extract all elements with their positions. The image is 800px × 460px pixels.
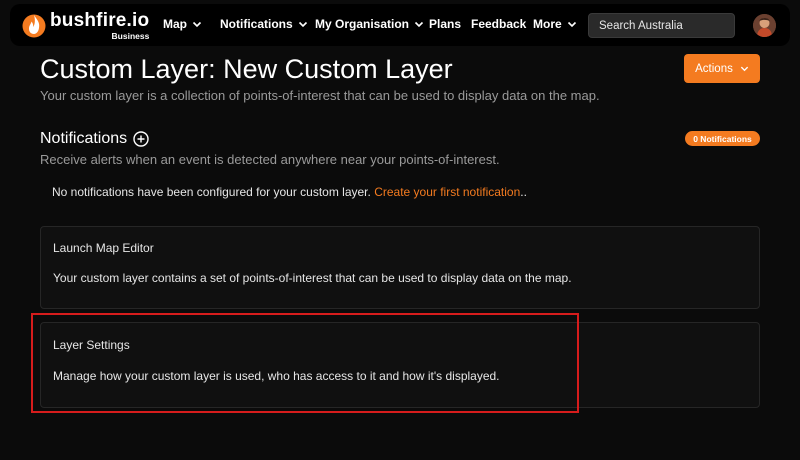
card-description: Manage how your custom layer is used, wh… (53, 369, 500, 383)
notifications-empty-message: No notifications have been configured fo… (52, 185, 527, 199)
top-navbar: bushfire.io Business Map Notifications M… (10, 4, 790, 46)
brand-tier: Business (111, 31, 150, 41)
launch-map-editor-card[interactable]: Launch Map Editor Your custom layer cont… (40, 226, 760, 309)
layer-settings-card[interactable]: Layer Settings Manage how your custom la… (40, 322, 760, 408)
chevron-down-icon (298, 21, 307, 28)
actions-button-label: Actions (695, 62, 733, 75)
chevron-down-icon (414, 21, 424, 28)
nav-item-notifications[interactable]: Notifications (220, 17, 308, 31)
page-subtitle: Your custom layer is a collection of poi… (40, 88, 600, 103)
chevron-down-icon (740, 66, 748, 72)
card-title: Layer Settings (53, 338, 130, 352)
page-title: Custom Layer: New Custom Layer (40, 54, 453, 84)
empty-message-suffix: .. (520, 185, 527, 199)
nav-item-label: Plans (429, 17, 462, 31)
flame-icon (22, 14, 46, 38)
user-avatar-icon (753, 14, 776, 37)
card-description: Your custom layer contains a set of poin… (53, 271, 572, 285)
add-notification-icon[interactable] (133, 131, 149, 147)
nav-item-label: My Organisation (315, 17, 410, 31)
chevron-down-icon (192, 21, 202, 28)
notifications-heading: Notifications (40, 130, 149, 148)
nav-item-map[interactable]: Map (163, 17, 202, 31)
notifications-heading-label: Notifications (40, 130, 128, 147)
create-first-notification-link[interactable]: Create your first notification (374, 185, 520, 199)
nav-item-more[interactable]: More (533, 17, 577, 31)
nav-item-feedback[interactable]: Feedback (471, 17, 526, 31)
actions-button[interactable]: Actions (684, 54, 760, 83)
nav-item-label: Feedback (471, 17, 527, 31)
nav-item-label: Notifications (220, 17, 293, 31)
card-title: Launch Map Editor (53, 241, 154, 255)
avatar[interactable] (753, 14, 776, 37)
brand-name: bushfire.io (50, 10, 150, 31)
search-input[interactable] (588, 13, 735, 38)
empty-message-text: No notifications have been configured fo… (52, 185, 375, 199)
notifications-description: Receive alerts when an event is detected… (40, 152, 500, 167)
notifications-count-badge: 0 Notifications (685, 131, 760, 146)
nav-item-label: More (533, 17, 562, 31)
nav-item-my-organisation[interactable]: My Organisation (315, 17, 424, 31)
nav-item-plans[interactable]: Plans (429, 17, 461, 31)
chevron-down-icon (567, 21, 576, 28)
nav-item-label: Map (163, 17, 187, 31)
brand-logo[interactable]: bushfire.io Business (22, 10, 150, 41)
